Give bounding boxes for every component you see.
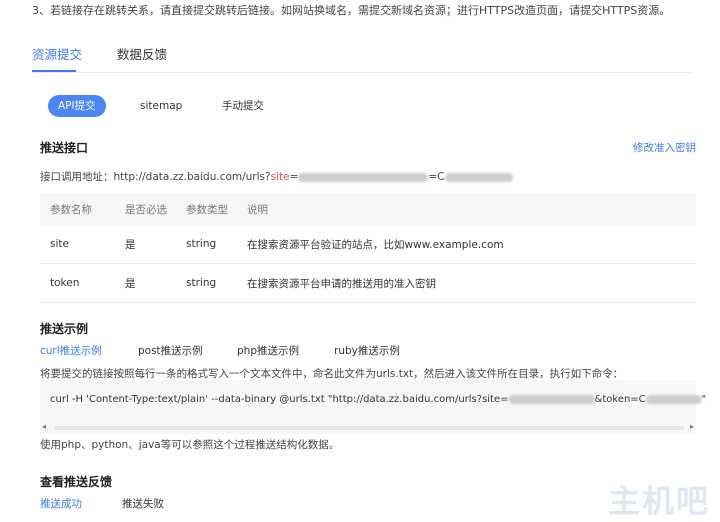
instruction-note: 3、若链接存在跳转关系，请直接提交跳转后链接。如网站换域名，需提交新域名资源；进… — [32, 4, 671, 17]
push-api-title: 推送接口 — [40, 141, 89, 155]
code-end: " — [701, 394, 707, 405]
feedback-tabs: 推送成功 推送失败 — [40, 496, 240, 512]
api-url-token-part: =C — [428, 171, 445, 183]
curl-command: curl -H 'Content-Type:text/plain' --data… — [50, 394, 706, 405]
tab-ruby-example[interactable]: ruby推送示例 — [334, 343, 400, 358]
example-instruction: 将要提交的链接按照每行一条的格式写入一个文本文件中，命名此文件为urls.txt… — [40, 368, 624, 380]
param-required: 是 — [125, 263, 186, 303]
table-row: token 是 string 在搜索资源平台申请的推送用的准入密钥 — [40, 263, 696, 303]
api-url-eq: = — [289, 171, 299, 183]
header-type: 参数类型 — [186, 193, 247, 225]
code-mid: &token=C — [594, 394, 646, 405]
redacted-token — [444, 172, 513, 182]
tab-push-failure[interactable]: 推送失败 — [122, 496, 164, 511]
api-url-site-key: site — [270, 171, 290, 183]
redacted-site — [298, 172, 429, 182]
tabs-divider — [32, 72, 692, 73]
api-url: 接口调用地址：http://data.zz.baidu.com/urls?sit… — [40, 169, 513, 184]
table-header-row: 参数名称 是否必选 参数类型 说明 — [40, 193, 696, 225]
params-table: 参数名称 是否必选 参数类型 说明 site 是 string 在搜索资源平台验… — [40, 193, 696, 303]
modify-key-link[interactable]: 修改准入密钥 — [633, 140, 696, 155]
param-type: string — [186, 225, 247, 264]
subtab-api[interactable]: API提交 — [48, 95, 106, 117]
scroll-left-arrow-icon[interactable]: ◂ — [42, 422, 46, 431]
push-example-title: 推送示例 — [40, 322, 89, 336]
feedback-title: 查看推送反馈 — [40, 475, 113, 489]
redacted-site — [508, 394, 595, 404]
param-description: 在搜索资源平台验证的站点，比如www.example.com — [247, 225, 696, 264]
tab-php-example[interactable]: php推送示例 — [237, 343, 299, 358]
param-description: 在搜索资源平台申请的推送用的准入密钥 — [247, 263, 696, 303]
param-name: token — [40, 263, 125, 303]
code-prefix: curl -H 'Content-Type:text/plain' --data… — [50, 394, 509, 405]
main-tabs: 资源提交 数据反馈 — [32, 36, 692, 76]
example-footer-note: 使用php、python、java等可以参照这个过程推送结构化数据。 — [40, 439, 340, 451]
example-tabs: curl推送示例 post推送示例 php推送示例 ruby推送示例 — [40, 343, 460, 359]
param-required: 是 — [125, 225, 186, 264]
tab-push-success[interactable]: 推送成功 — [40, 496, 82, 511]
redacted-token — [645, 394, 702, 404]
horizontal-scrollbar[interactable] — [54, 426, 684, 430]
param-name: site — [40, 225, 125, 264]
table-row: site 是 string 在搜索资源平台验证的站点，比如www.example… — [40, 225, 696, 264]
header-description: 说明 — [247, 193, 696, 225]
api-url-prefix: http://data.zz.baidu.com/urls? — [113, 171, 271, 183]
param-type: string — [186, 263, 247, 303]
tab-data-feedback[interactable]: 数据反馈 — [117, 44, 167, 63]
subtab-sitemap[interactable]: sitemap — [140, 95, 182, 117]
subtab-manual[interactable]: 手动提交 — [222, 95, 264, 117]
watermark-logo: 主机吧 — [607, 482, 710, 520]
scroll-right-arrow-icon[interactable]: ▸ — [690, 422, 694, 431]
tab-post-example[interactable]: post推送示例 — [138, 343, 203, 358]
tab-curl-example[interactable]: curl推送示例 — [40, 343, 102, 358]
api-url-label: 接口调用地址： — [40, 171, 114, 183]
code-block: curl -H 'Content-Type:text/plain' --data… — [40, 380, 706, 434]
header-required: 是否必选 — [125, 193, 186, 225]
header-param-name: 参数名称 — [40, 193, 125, 225]
tab-resource-submit[interactable]: 资源提交 — [32, 44, 82, 63]
